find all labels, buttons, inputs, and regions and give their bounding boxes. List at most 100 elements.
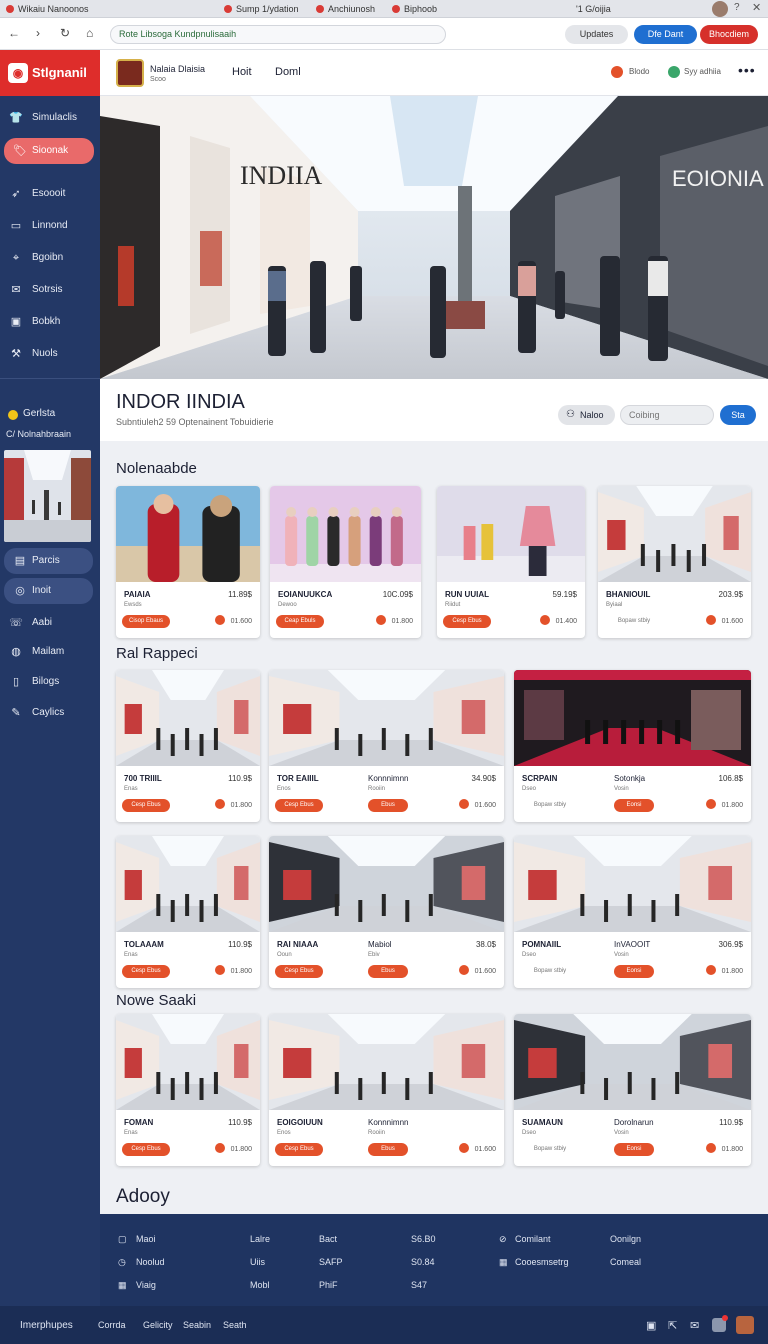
product-action-button[interactable]: Bopaw stbiy <box>520 965 580 978</box>
share-icon[interactable]: ⇱ <box>668 1319 677 1332</box>
product-card[interactable]: 700 TRIIIL 110.9$ Enas Cesp Ebus 01.800 <box>116 670 260 822</box>
footer-link[interactable]: Lalre <box>250 1234 270 1244</box>
danger-button[interactable]: Bhocdiem <box>700 25 758 44</box>
forward-icon[interactable]: › <box>36 26 40 40</box>
sidebar-item-sotrsis[interactable]: ✉ Sotrsis <box>0 277 100 303</box>
footer-link[interactable]: Mobl <box>250 1280 270 1290</box>
product-card[interactable]: SCRPAIN 106.8$ Dseo Bopaw stbiy 01.800 Sotonk… <box>514 670 751 822</box>
product-action-button[interactable]: Bopaw stbiy <box>604 615 664 628</box>
nav-link-second[interactable]: Doml <box>275 66 301 78</box>
footer-link[interactable]: Cooesmsetrg <box>515 1257 569 1267</box>
product-secondary-button[interactable]: Ebus <box>368 965 408 978</box>
product-action-button[interactable]: Cesp Ebus <box>275 799 323 812</box>
product-card[interactable]: POMNAIIL 306.9$ Dseo Bopaw stbiy 01.800 InVAO… <box>514 836 751 988</box>
product-card[interactable]: SUAMAUN 110.9$ Dseo Bopaw stbiy 01.800 Doroln… <box>514 1014 751 1166</box>
product-photo[interactable] <box>269 1014 504 1110</box>
product-photo[interactable] <box>116 836 260 932</box>
product-action-button[interactable]: Cisop Ebaus <box>122 615 170 628</box>
sidebar-item-nuols[interactable]: ⚒ Nuols <box>0 341 100 367</box>
product-secondary-button[interactable]: Ebus <box>368 799 408 812</box>
browser-tab[interactable]: Biphoob <box>392 0 458 18</box>
search-input[interactable] <box>620 405 714 425</box>
header-link-right2[interactable]: Syy adhiia <box>684 67 721 76</box>
sidebar-item-bobkh[interactable]: ▣ Bobkh <box>0 309 100 335</box>
product-card[interactable]: TOLAAAM 110.9$ Enas Cesp Ebus 01.800 <box>116 836 260 988</box>
footer-link[interactable]: Viaig <box>136 1280 156 1290</box>
bottom-link[interactable]: Seath <box>223 1320 247 1330</box>
reload-icon[interactable]: ↻ <box>60 26 70 40</box>
footer-link[interactable]: S47 <box>411 1280 427 1290</box>
bottom-link[interactable]: Imerphupes <box>20 1320 73 1331</box>
filter-button[interactable]: ⚇ Naloo <box>558 405 615 425</box>
product-photo[interactable] <box>269 836 504 932</box>
go-button[interactable]: Sta <box>720 405 756 425</box>
product-card[interactable]: RAI NIAAA 38.0$ Ooun Cesp Ebus 01.600 Mabiol E… <box>269 836 504 988</box>
product-photo[interactable] <box>270 486 421 582</box>
sidebar-item-linnond[interactable]: ▭ Linnond <box>0 213 100 239</box>
product-action-button[interactable]: Bopaw stbiy <box>520 799 580 812</box>
product-card[interactable]: BHANIOUIL 203.9$ Byiaal Bopaw stbiy 01.600 <box>598 486 751 638</box>
user-avatar[interactable] <box>736 1316 754 1334</box>
product-action-button[interactable]: Cesp Ebus <box>443 615 491 628</box>
footer-link[interactable]: Uiis <box>250 1257 265 1267</box>
account-icon[interactable] <box>668 66 680 78</box>
product-photo[interactable] <box>514 1014 751 1110</box>
primary-button[interactable]: Dfe Dant <box>634 25 697 44</box>
sidebar-item-caylics[interactable]: ✎ Caylics <box>0 700 100 726</box>
product-action-button[interactable]: Cesp Ebus <box>275 1143 323 1156</box>
browser-tab-active[interactable]: Wikaiu Nanoonos <box>6 0 116 18</box>
footer-link[interactable]: Comeal <box>610 1257 641 1267</box>
product-action-button[interactable]: Bopaw stbiy <box>520 1143 580 1156</box>
product-secondary-button[interactable]: Eonsi <box>614 965 654 978</box>
sidebar-item-mailam[interactable]: ◍ Mailam <box>0 639 100 665</box>
footer-link[interactable]: Bact <box>319 1234 337 1244</box>
browser-tab[interactable]: Sump 1/ydation <box>224 0 314 18</box>
sidebar-item-parcis[interactable]: ▤ Parcis <box>4 548 93 574</box>
footer-link[interactable]: Oonilgn <box>610 1234 641 1244</box>
product-action-button[interactable]: Cesp Ebus <box>122 965 170 978</box>
nav-link-home[interactable]: Hoit <box>232 66 252 78</box>
product-photo[interactable] <box>116 486 260 582</box>
bottom-link[interactable]: Corrda <box>98 1320 126 1330</box>
footer-link[interactable]: PhiF <box>319 1280 338 1290</box>
footer-link[interactable]: SAFP <box>319 1257 343 1267</box>
product-photo[interactable] <box>514 836 751 932</box>
sidebar-item-simulaclis[interactable]: 👕 Simulaclis <box>0 105 100 131</box>
help-icon[interactable]: ? <box>734 2 740 13</box>
url-input[interactable]: Rote Libsoga Kundpnulisaaih <box>110 25 446 44</box>
extension-icon[interactable]: ⌂ <box>86 26 93 40</box>
product-photo[interactable] <box>269 670 504 766</box>
close-icon[interactable]: ✕ <box>752 1 761 14</box>
product-photo[interactable] <box>437 486 585 582</box>
product-secondary-button[interactable]: Eonsi <box>614 1143 654 1156</box>
sidebar-item-aabi[interactable]: ☏ Aabi <box>0 610 100 636</box>
sidebar-item-sioonak[interactable]: 🏷 Sioonak <box>4 138 94 164</box>
notification-icon[interactable] <box>611 66 623 78</box>
product-action-button[interactable]: Cesp Ebus <box>122 1143 170 1156</box>
product-secondary-button[interactable]: Eonsi <box>614 799 654 812</box>
product-photo[interactable] <box>514 670 751 766</box>
more-menu-icon[interactable]: ••• <box>738 62 756 78</box>
sidebar-item-bgoibn[interactable]: ⌖ Bgoibn <box>0 245 100 271</box>
crest-logo-icon[interactable] <box>116 59 144 87</box>
footer-link[interactable]: Noolud <box>136 1257 165 1267</box>
sidebar-item-bilogs[interactable]: ▯ Bilogs <box>0 669 100 695</box>
profile-avatar[interactable] <box>712 1 728 17</box>
product-action-button[interactable]: Ceap Ebuls <box>276 615 324 628</box>
back-icon[interactable]: ← <box>8 26 20 40</box>
product-card[interactable]: PAIAIA 11.89$ Ewsds Cisop Ebaus 01.600 <box>116 486 260 638</box>
mail-icon[interactable]: ✉ <box>690 1319 699 1332</box>
product-card[interactable]: RUN UUIAL 59.19$ Riidut Cesp Ebus 01.400 <box>437 486 585 638</box>
sidebar-item-esoooit[interactable]: ➶ Esoooit <box>0 181 100 207</box>
sidebar-thumbnail[interactable] <box>4 450 91 542</box>
product-secondary-button[interactable]: Ebus <box>368 1143 408 1156</box>
footer-link[interactable]: Comilant <box>515 1234 551 1244</box>
product-photo[interactable] <box>116 1014 260 1110</box>
sidebar-brand[interactable]: ◉ Stlgnanil <box>0 50 100 96</box>
product-card[interactable]: TOR EAIIIL 34.90$ Enos Cesp Ebus 01.600 Konnn… <box>269 670 504 822</box>
product-card[interactable]: EOIGOIUUN Enos Cesp Ebus 01.600 Konnnimnn Roo… <box>269 1014 504 1166</box>
footer-link[interactable]: S0.84 <box>411 1257 435 1267</box>
footer-link[interactable]: S6.B0 <box>411 1234 436 1244</box>
product-action-button[interactable]: Cesp Ebus <box>275 965 323 978</box>
sidebar-item-inoit[interactable]: ◎ Inoit <box>4 578 93 604</box>
